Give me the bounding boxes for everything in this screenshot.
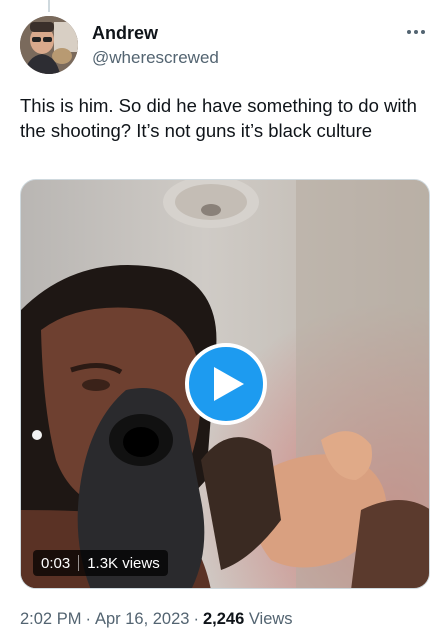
play-button[interactable] xyxy=(185,343,267,425)
video-info-badge: 0:03 1.3K views xyxy=(33,550,168,576)
tweet-date: Apr 16, 2023 xyxy=(94,610,190,628)
tweet-text: This is him. So did he have something to… xyxy=(20,95,417,141)
avatar-photo xyxy=(20,16,78,74)
views-count: 2,246 xyxy=(202,610,245,628)
play-icon xyxy=(214,367,244,401)
badge-divider xyxy=(78,555,80,571)
more-options-button[interactable] xyxy=(404,22,428,42)
author-handle[interactable]: @wherescrewed xyxy=(92,46,219,70)
tweet-header: Andrew @wherescrewed xyxy=(20,14,430,78)
timestamp-link[interactable]: 2:02 PM · Apr 16, 2023 xyxy=(20,610,189,628)
views-link[interactable]: 2,246 Views xyxy=(203,610,293,628)
video-duration: 0:03 xyxy=(41,554,71,572)
tweet-time: 2:02 PM xyxy=(20,610,82,628)
separator-dot-2: · xyxy=(193,610,199,628)
views-label: Views xyxy=(248,610,293,628)
separator-dot: · xyxy=(85,610,91,628)
video-player[interactable]: 0:03 1.3K views xyxy=(20,179,430,589)
tweet-metadata: 2:02 PM · Apr 16, 2023 · 2,246 Views xyxy=(20,608,293,630)
more-dot xyxy=(421,30,425,34)
more-dot xyxy=(414,30,418,34)
more-horizontal-icon xyxy=(407,30,411,34)
thread-connector-line xyxy=(48,0,50,12)
author-names: Andrew @wherescrewed xyxy=(92,22,219,70)
video-views: 1.3K views xyxy=(87,554,160,572)
author-display-name[interactable]: Andrew xyxy=(92,22,219,44)
avatar[interactable] xyxy=(20,16,78,74)
